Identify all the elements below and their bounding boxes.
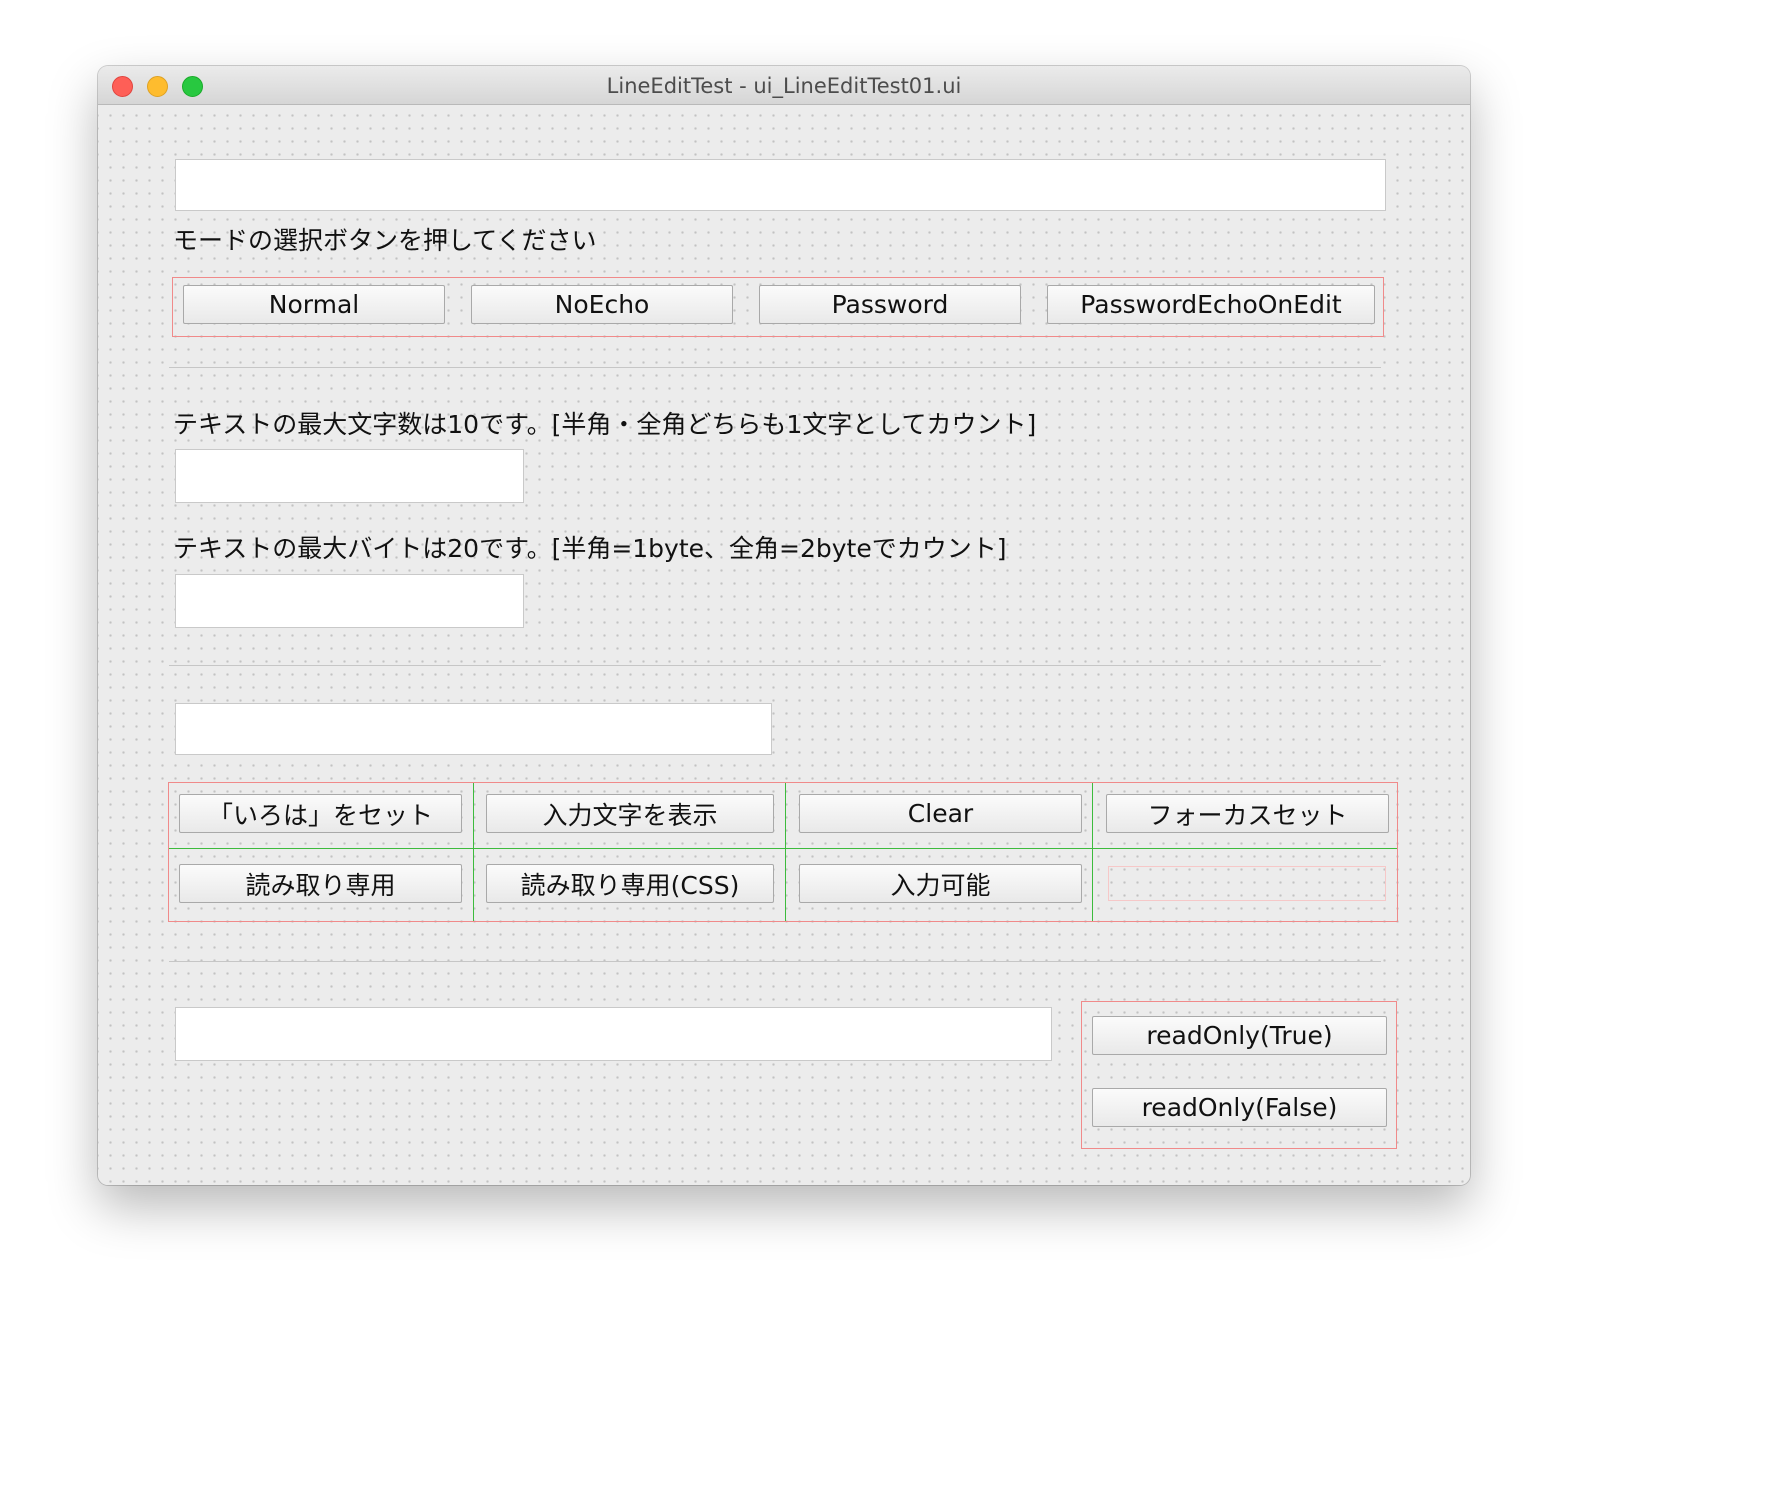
password-mode-button[interactable]: Password: [759, 285, 1021, 324]
clear-button[interactable]: Clear: [799, 794, 1082, 833]
window-title: LineEditTest - ui_LineEditTest01.ui: [98, 66, 1470, 104]
title-bar[interactable]: LineEditTest - ui_LineEditTest01.ui: [98, 66, 1470, 105]
normal-mode-button[interactable]: Normal: [183, 285, 445, 324]
form-canvas: モードの選択ボタンを押してください Normal NoEcho Password…: [98, 105, 1470, 1185]
readonly-line-edit[interactable]: [175, 1007, 1052, 1061]
grid-column-divider-3: [1092, 783, 1093, 921]
read-only-css-button[interactable]: 読み取り専用(CSS): [486, 864, 774, 903]
max-chars-line-edit[interactable]: [175, 449, 524, 503]
max-chars-label: テキストの最大文字数は10です。[半角・全角どちらも1文字としてカウント]: [173, 410, 1036, 440]
empty-grid-cell: [1108, 866, 1386, 901]
read-only-button[interactable]: 読み取り専用: [179, 864, 462, 903]
grid-column-divider-2: [785, 783, 786, 921]
focus-set-button[interactable]: フォーカスセット: [1106, 794, 1389, 833]
show-input-button[interactable]: 入力文字を表示: [486, 794, 774, 833]
section-divider-2: [169, 665, 1381, 666]
text-line-edit[interactable]: [175, 703, 772, 755]
set-iroha-button[interactable]: 「いろは」をセット: [179, 794, 462, 833]
noecho-mode-button[interactable]: NoEcho: [471, 285, 733, 324]
max-bytes-line-edit[interactable]: [175, 574, 524, 628]
grid-row-divider: [169, 848, 1397, 849]
app-window: LineEditTest - ui_LineEditTest01.ui モードの…: [98, 66, 1470, 1185]
section-divider-3: [169, 961, 1381, 962]
mode-line-edit[interactable]: [175, 159, 1386, 211]
mode-instruction-label: モードの選択ボタンを押してください: [173, 226, 597, 256]
password-echo-on-edit-button[interactable]: PasswordEchoOnEdit: [1047, 285, 1375, 324]
max-bytes-label: テキストの最大バイトは20です。[半角=1byte、全角=2byteでカウント]: [173, 534, 1006, 564]
readonly-true-button[interactable]: readOnly(True): [1092, 1016, 1387, 1055]
readonly-false-button[interactable]: readOnly(False): [1092, 1088, 1387, 1127]
editable-button[interactable]: 入力可能: [799, 864, 1082, 903]
grid-column-divider-1: [473, 783, 474, 921]
section-divider-1: [169, 367, 1381, 368]
